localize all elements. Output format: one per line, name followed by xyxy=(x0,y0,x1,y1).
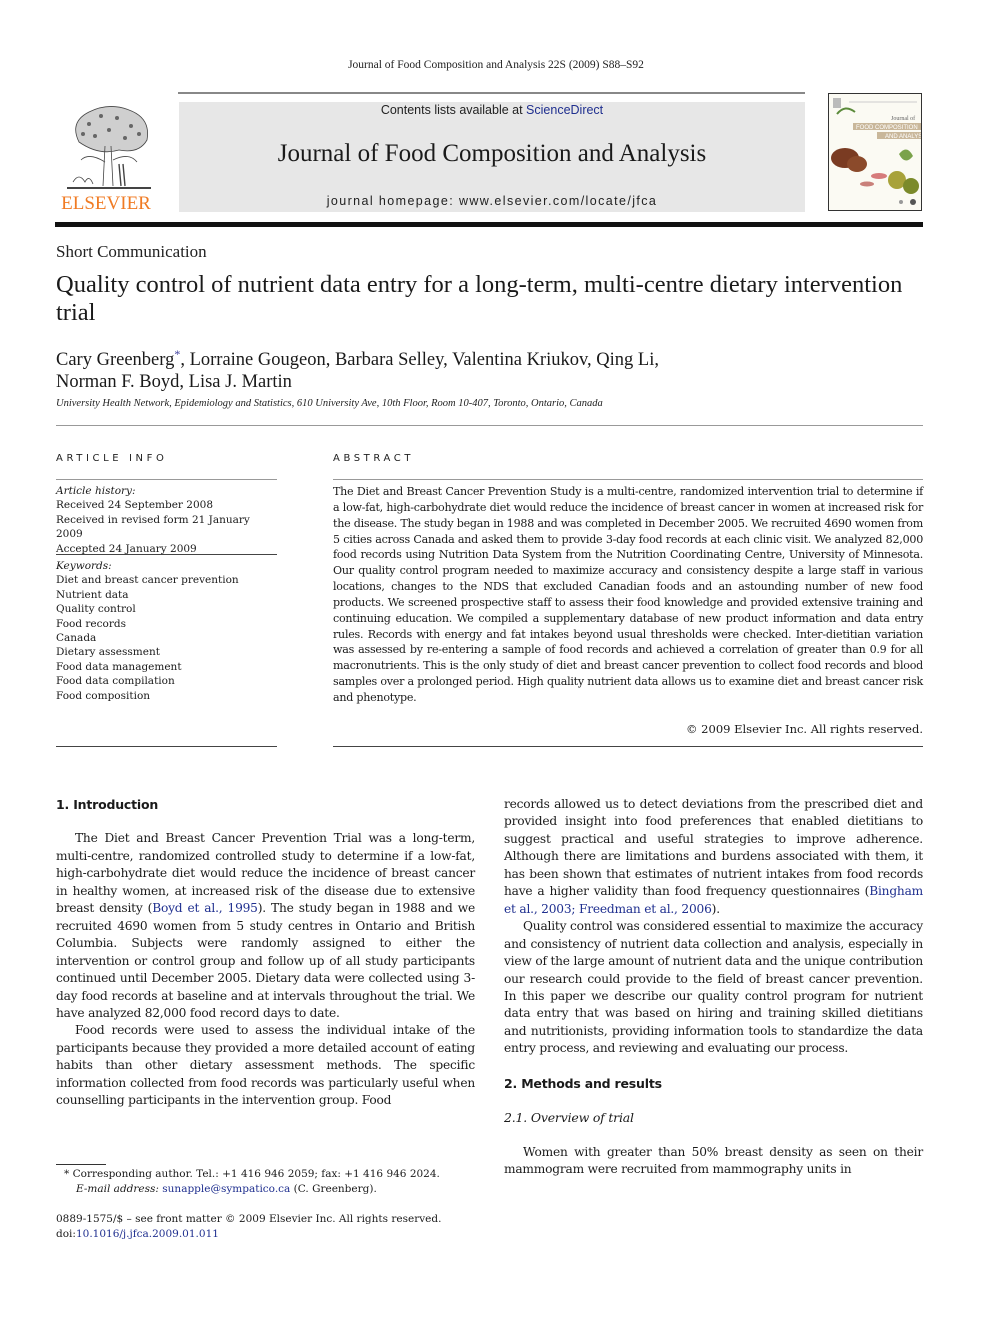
intro-p1-text-b: ). The study began in 1988 and we recrui… xyxy=(56,901,475,1020)
article-type: Short Communication xyxy=(56,242,207,261)
abstract-heading: ABSTRACT xyxy=(333,453,415,464)
abstract-rule xyxy=(333,479,923,480)
body-left-column: 1. Introduction The Diet and Breast Canc… xyxy=(56,796,475,1110)
citation-freedman-2006[interactable]: Freedman et al., 2006 xyxy=(579,902,712,916)
masthead-top-rule xyxy=(178,92,805,94)
history-revised: Received in revised form 21 January 2009 xyxy=(56,513,250,541)
article-title: Quality control of nutrient data entry f… xyxy=(56,271,903,326)
journal-cover-image[interactable]: Journal of FOOD COMPOSITION AND ANALYSIS xyxy=(828,93,922,211)
journal-banner: Contents lists available at ScienceDirec… xyxy=(179,102,805,212)
footnote-corresponding-author: * Corresponding author. Tel.: +1 416 946… xyxy=(56,1167,486,1196)
keyword: Dietary assessment xyxy=(56,646,160,659)
cover-line-2: FOOD COMPOSITION xyxy=(856,125,918,131)
journal-cover-illustration-icon: Journal of FOOD COMPOSITION AND ANALYSIS xyxy=(831,98,922,205)
elsevier-tree-icon xyxy=(67,106,151,189)
doi-prefix: doi: xyxy=(56,1227,76,1240)
article-history: Article history: Received 24 September 2… xyxy=(56,484,277,556)
affiliation: University Health Network, Epidemiology … xyxy=(56,398,603,409)
keywords-list: Keywords: Diet and breast cancer prevent… xyxy=(56,559,277,703)
email-label: E-mail address: xyxy=(76,1182,163,1195)
header-divider xyxy=(56,425,923,426)
right-paragraph-2: Quality control was considered essential… xyxy=(504,919,923,1056)
keyword: Food composition xyxy=(56,689,151,702)
sciencedirect-link[interactable]: ScienceDirect xyxy=(526,103,603,117)
citation-separator: ; xyxy=(571,901,579,916)
footnote-rule xyxy=(56,1164,106,1165)
intro-paragraph-2: Food records were used to assess the ind… xyxy=(56,1023,475,1108)
keyword: Diet and breast cancer prevention xyxy=(56,574,239,587)
front-matter: 0889-1575/$ – see front matter © 2009 El… xyxy=(56,1212,486,1241)
doi-link[interactable]: 10.1016/j.jfca.2009.01.011 xyxy=(76,1228,219,1240)
subsection-heading-overview: 2.1. Overview of trial xyxy=(504,1110,634,1126)
elsevier-logo[interactable]: ELSEVIER xyxy=(55,102,157,214)
section-heading-methods: 2. Methods and results xyxy=(504,1075,662,1091)
author-first[interactable]: Cary Greenberg xyxy=(56,350,174,370)
keyword: Canada xyxy=(56,632,97,645)
journal-homepage-link[interactable]: journal homepage: www.elsevier.com/locat… xyxy=(179,194,805,208)
keywords-label: Keywords: xyxy=(56,560,112,572)
abstract-bottom-rule xyxy=(333,746,923,747)
body-right-column: records allowed us to detect deviations … xyxy=(504,796,923,1179)
history-received: Received 24 September 2008 xyxy=(56,499,214,512)
intro-paragraph-1: The Diet and Breast Cancer Prevention Tr… xyxy=(56,830,475,1022)
keyword: Food data compilation xyxy=(56,675,175,688)
footnote-contact: Corresponding author. Tel.: +1 416 946 2… xyxy=(69,1168,440,1180)
journal-title: Journal of Food Composition and Analysis xyxy=(277,140,707,167)
keyword: Nutrient data xyxy=(56,588,129,601)
section-heading-introduction: 1. Introduction xyxy=(56,797,159,812)
contents-line: Contents lists available at ScienceDirec… xyxy=(179,103,805,117)
author-list: Cary Greenberg*, Lorraine Gougeon, Barba… xyxy=(56,343,926,393)
email-suffix: (C. Greenberg). xyxy=(290,1182,377,1195)
publisher-logo-text: ELSEVIER xyxy=(61,193,151,214)
right-paragraph-3: Women with greater than 50% breast densi… xyxy=(504,1144,923,1177)
contents-prefix: Contents lists available at xyxy=(380,103,527,117)
article-info-rule xyxy=(56,479,277,480)
running-head: Journal of Food Composition and Analysis… xyxy=(348,59,644,71)
keyword: Food data management xyxy=(56,660,182,673)
front-matter-line: 0889-1575/$ – see front matter © 2009 El… xyxy=(56,1213,442,1225)
authors-rest-line1: , Lorraine Gougeon, Barbara Selley, Vale… xyxy=(180,350,659,371)
citation-boyd-1995[interactable]: Boyd et al., 1995 xyxy=(152,901,258,915)
keyword: Quality control xyxy=(56,603,136,616)
keyword: Food records xyxy=(56,617,126,630)
history-label: Article history: xyxy=(56,485,136,497)
abstract-text: The Diet and Breast Cancer Prevention St… xyxy=(333,485,923,704)
cover-line-1: Journal of xyxy=(891,115,915,122)
email-link[interactable]: sunapple@sympatico.ca xyxy=(162,1183,290,1195)
article-info-bottom-rule xyxy=(56,746,277,747)
right-p1-text-a: records allowed us to detect deviations … xyxy=(504,797,923,899)
keywords-rule xyxy=(56,554,277,555)
authors-line2: Norman F. Boyd, Lisa J. Martin xyxy=(56,372,292,393)
right-paragraph-1: records allowed us to detect deviations … xyxy=(504,796,923,918)
article-info-heading: ARTICLE INFO xyxy=(56,453,168,464)
masthead-bottom-rule xyxy=(55,222,923,227)
abstract-copyright: © 2009 Elsevier Inc. All rights reserved… xyxy=(686,722,923,736)
right-p1-text-b: ). xyxy=(711,901,720,916)
cover-line-3: AND ANALYSIS xyxy=(885,134,922,140)
